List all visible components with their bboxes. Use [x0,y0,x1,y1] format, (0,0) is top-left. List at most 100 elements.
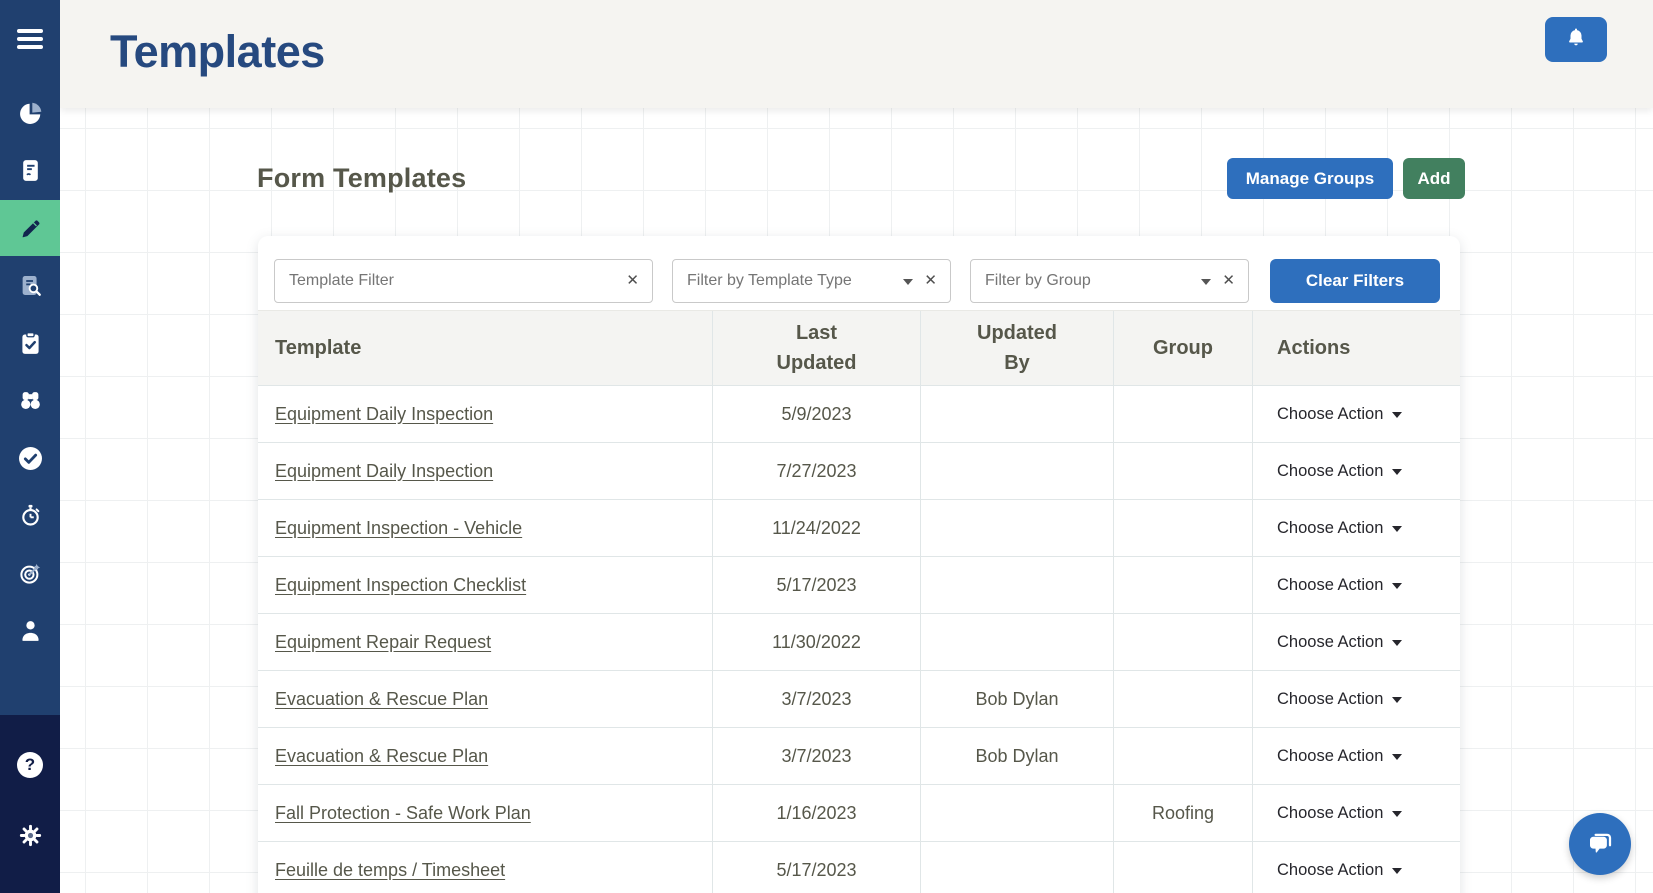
actions-cell: Choose Action [1253,557,1460,613]
sidebar-item-help[interactable]: ? [0,737,60,793]
last-updated-cell: 5/17/2023 [713,842,921,893]
choose-action-dropdown[interactable]: Choose Action [1277,519,1402,538]
updated-by-cell [921,443,1114,499]
column-header-group: Group [1114,311,1253,385]
template-link[interactable]: Equipment Daily Inspection [275,461,493,482]
sidebar: ? [0,0,60,893]
template-cell: Fall Protection - Safe Work Plan [258,785,713,841]
clear-filters-button[interactable]: Clear Filters [1270,259,1440,303]
template-link[interactable]: Fall Protection - Safe Work Plan [275,803,531,824]
target-icon [17,560,44,587]
sidebar-item-checklists[interactable] [0,315,60,371]
chevron-down-icon[interactable] [903,279,913,285]
column-header-label: Group [1153,337,1213,360]
choose-action-label: Choose Action [1277,861,1383,880]
caret-down-icon [1392,697,1402,703]
add-button[interactable]: Add [1403,158,1465,199]
last-updated-cell-text: 5/9/2023 [781,404,851,425]
template-cell: Equipment Daily Inspection [258,386,713,442]
caret-down-icon [1392,640,1402,646]
updated-by-cell [921,386,1114,442]
template-link[interactable]: Evacuation & Rescue Plan [275,689,488,710]
group-cell: Roofing [1114,785,1253,841]
choose-action-dropdown[interactable]: Choose Action [1277,861,1402,880]
sidebar-item-users[interactable] [0,603,60,659]
column-header-label: Updated By [967,318,1067,378]
sidebar-item-approvals[interactable] [0,430,60,486]
top-bar: Templates [60,0,1653,108]
sidebar-item-observations[interactable] [0,373,60,429]
sidebar-item-templates[interactable] [0,200,60,256]
chevron-down-icon[interactable] [1201,279,1211,285]
last-updated-cell: 5/9/2023 [713,386,921,442]
choose-action-dropdown[interactable]: Choose Action [1277,576,1402,595]
manage-groups-button[interactable]: Manage Groups [1227,158,1393,199]
caret-down-icon [1392,811,1402,817]
sidebar-item-dashboard[interactable] [0,85,60,141]
updated-by-cell-text: Bob Dylan [975,689,1058,710]
choose-action-label: Choose Action [1277,462,1383,481]
template-link[interactable]: Evacuation & Rescue Plan [275,746,488,767]
choose-action-dropdown[interactable]: Choose Action [1277,747,1402,766]
updated-by-cell [921,614,1114,670]
choose-action-dropdown[interactable]: Choose Action [1277,804,1402,823]
clear-group-filter-icon[interactable]: ✕ [1222,272,1235,290]
choose-action-dropdown[interactable]: Choose Action [1277,690,1402,709]
last-updated-cell: 7/27/2023 [713,443,921,499]
table-row: Equipment Daily Inspection 5/9/2023 Choose… [258,385,1460,442]
last-updated-cell: 5/17/2023 [713,557,921,613]
filters-bar: ✕ ✕ ✕ Clear Filters [258,236,1460,310]
last-updated-cell-text: 1/16/2023 [776,803,856,824]
group-cell [1114,443,1253,499]
choose-action-dropdown[interactable]: Choose Action [1277,462,1402,481]
sidebar-item-form-search[interactable] [0,258,60,314]
clear-template-type-filter-icon[interactable]: ✕ [924,272,937,290]
sidebar-item-settings[interactable] [0,807,60,863]
chat-launcher-button[interactable] [1569,813,1631,875]
template-link[interactable]: Equipment Repair Request [275,632,491,653]
actions-cell: Choose Action [1253,785,1460,841]
column-header-updated-by: Updated By [921,311,1114,385]
last-updated-cell-text: 5/17/2023 [776,860,856,881]
last-updated-cell: 3/7/2023 [713,728,921,784]
choose-action-label: Choose Action [1277,633,1383,652]
menu-toggle-button[interactable] [17,29,43,49]
table-row: Equipment Daily Inspection 7/27/2023 Choos… [258,442,1460,499]
notifications-button[interactable] [1545,17,1607,62]
sidebar-item-goals[interactable] [0,545,60,601]
column-header-label: Template [275,337,361,360]
template-link[interactable]: Equipment Inspection - Vehicle [275,518,522,539]
main-content: Form Templates Manage Groups Add ✕ ✕ ✕ C… [60,108,1653,893]
chat-bubble-icon [1585,828,1615,861]
table-row: Evacuation & Rescue Plan3/7/2023Bob Dyla… [258,670,1460,727]
help-icon: ? [17,752,43,778]
group-filter: ✕ [970,259,1249,303]
template-link[interactable]: Feuille de temps / Timesheet [275,860,505,881]
choose-action-dropdown[interactable]: Choose Action [1277,633,1402,652]
page-title: Templates [110,26,325,78]
choose-action-label: Choose Action [1277,519,1383,538]
choose-action-dropdown[interactable]: Choose Action [1277,405,1402,424]
template-link[interactable]: Equipment Inspection Checklist [275,575,526,596]
updated-by-cell: Bob Dylan [921,671,1114,727]
last-updated-cell: 11/24/2022 [713,500,921,556]
template-cell: Evacuation & Rescue Plan [258,728,713,784]
choose-action-label: Choose Action [1277,804,1383,823]
table-body: Equipment Daily Inspection 5/9/2023 Choose… [258,385,1460,893]
document-icon [17,157,44,184]
actions-cell: Choose Action [1253,842,1460,893]
template-cell: Equipment Daily Inspection [258,443,713,499]
template-filter-input[interactable] [274,259,653,303]
sidebar-item-forms[interactable] [0,143,60,199]
last-updated-cell: 1/16/2023 [713,785,921,841]
section-title: Form Templates [257,163,466,194]
actions-cell: Choose Action [1253,614,1460,670]
clear-template-filter-icon[interactable]: ✕ [626,272,639,290]
column-header-label: Last Updated [767,318,867,378]
sidebar-item-time-tracking[interactable] [0,488,60,544]
pencil-icon [17,215,44,242]
template-cell: Equipment Repair Request [258,614,713,670]
template-filter: ✕ [274,259,653,303]
stopwatch-icon [17,502,44,529]
template-link[interactable]: Equipment Daily Inspection [275,404,493,425]
